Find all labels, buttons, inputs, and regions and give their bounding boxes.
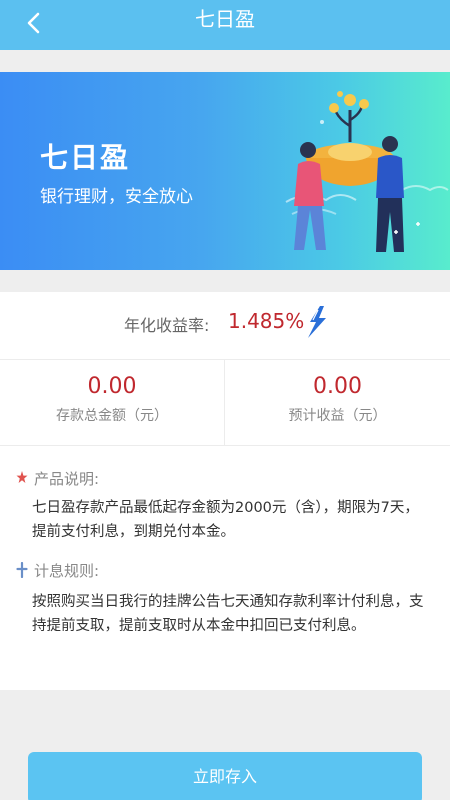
- total-deposit-label: 存款总金额（元）: [56, 408, 168, 424]
- interest-rules-title: 计息规则:: [34, 561, 100, 580]
- annual-yield-label: 年化收益率:: [124, 316, 210, 335]
- deposit-stats: 0.00 存款总金额（元） 0.00 预计收益（元）: [0, 360, 450, 446]
- lightning-bolt-icon: [308, 306, 326, 338]
- plus-bullet-icon: [16, 562, 28, 578]
- expected-earnings-value: 0.00: [313, 374, 362, 399]
- banner-subtitle: 银行理财，安全放心: [40, 187, 193, 207]
- annual-yield-row: 年化收益率: 1.485%: [0, 292, 450, 360]
- interest-rules-heading: 计息规则:: [16, 558, 99, 582]
- product-desc-heading: 产品说明:: [16, 466, 99, 490]
- top-nav-bar: 七日盈: [0, 0, 450, 50]
- total-deposit-value: 0.00: [87, 374, 137, 399]
- expected-earnings-stat: 0.00 预计收益（元）: [225, 360, 450, 446]
- product-desc-text: 七日盈存款产品最低起存金额为2000元（含），期限为7天，提前支付利息，到期兑付…: [32, 500, 419, 540]
- banner-title: 七日盈: [40, 141, 131, 174]
- interest-rules-text: 按照购买当日我行的挂牌公告七天通知存款利率计付利息，支持提前支取，提前支取时从本…: [32, 594, 424, 634]
- product-detail-card: 年化收益率: 1.485% 0.00 存款总金额（元） 0.00 预计收益（元）…: [0, 292, 450, 690]
- deposit-now-button[interactable]: 立即存入: [28, 752, 422, 800]
- star-bullet-icon: [16, 471, 28, 483]
- total-deposit-stat: 0.00 存款总金额（元）: [0, 360, 225, 446]
- product-desc-title: 产品说明:: [34, 469, 100, 488]
- promo-banner: 七日盈 银行理财，安全放心: [0, 72, 450, 270]
- page-title: 七日盈: [195, 7, 255, 31]
- annual-yield-value: 1.485%: [228, 309, 305, 333]
- gold-ingot-illustration-icon: [285, 91, 449, 252]
- expected-earnings-label: 预计收益（元）: [288, 408, 387, 424]
